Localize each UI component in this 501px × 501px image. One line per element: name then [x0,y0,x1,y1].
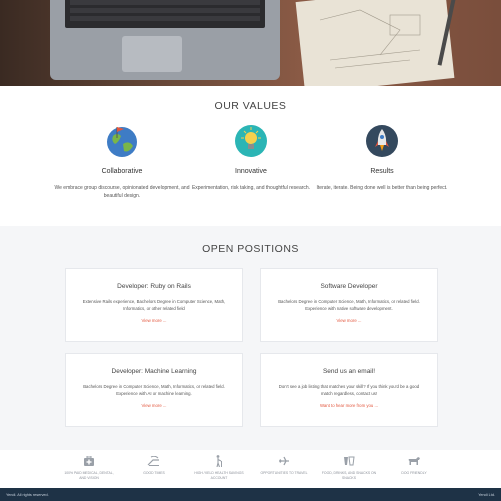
position-card-ml: Developer: Machine Learning Bachelors De… [65,353,243,427]
value-innovative: Innovative Experimentation, risk taking,… [181,124,321,192]
position-title: Developer: Ruby on Rails [117,283,191,290]
position-title: Software Developer [320,283,378,290]
footer-company: Yendi Ltd. [478,492,495,497]
value-description: Iterate, iterate. Being done well is bet… [316,185,448,191]
benefit-good-times: GOOD TIMES [126,455,182,476]
benefit-dog: DOG FRIENDLY [386,455,442,476]
notebook [295,0,455,86]
medical-bag-icon [61,455,117,467]
position-description: Don't see a job listing that matches you… [278,384,420,396]
benefit-label: DOG FRIENDLY [401,471,427,475]
lightbulb-icon [234,124,268,158]
beach-chair-icon [126,455,182,467]
globe-flag-icon [105,124,139,158]
position-description: Bachelors Degree in Computer Science, Ma… [83,384,225,396]
positions-title: OPEN POSITIONS [202,243,299,255]
position-card-rails: Developer: Ruby on Rails Extensive Rails… [65,268,243,342]
food-drinks-icon [321,455,377,467]
benefit-travel: OPPORTUNITIES TO TRAVEL [256,455,312,476]
footer: Yendi. All rights reserved. Yendi Ltd. [0,488,501,501]
value-title: Innovative [235,168,267,175]
footer-copyright: Yendi. All rights reserved. [6,492,49,497]
value-description: We embrace group discourse, opinionated … [54,185,190,199]
position-description: Bachelors Degree in Computer Science, Ma… [278,299,420,311]
view-more-link[interactable]: View more ... [66,403,242,408]
benefit-medical: 100% PAID MEDICAL, DENTAL, AND VISION [61,455,117,481]
benefit-label: GOOD TIMES [143,471,165,475]
person-cane-icon [191,455,247,467]
contact-link[interactable]: Want to hear more from you ... [261,403,437,408]
airplane-icon [256,455,312,467]
values-title: OUR VALUES [214,100,287,112]
laptop-notebook-illustration [50,0,457,86]
keyboard-keys [70,0,260,21]
benefit-label: FOOD, DRINKS, AND SNACKS ON SNACKS [321,471,377,480]
value-results: Results Iterate, iterate. Being done wel… [312,124,452,192]
position-card-email: Send us an email! Don't see a job listin… [260,353,438,427]
value-title: Collaborative [101,168,143,175]
dog-icon [386,455,442,467]
value-description: Experimentation, risk taking, and though… [191,185,311,191]
view-more-link[interactable]: View more ... [261,318,437,323]
position-title: Send us an email! [322,368,376,375]
position-description: Extensive Rails experience, Bachelors De… [82,299,226,311]
hero-image [0,0,501,86]
position-title: Developer: Machine Learning [111,368,197,375]
value-title: Results [370,168,394,175]
value-collaborative: Collaborative We embrace group discourse… [52,124,192,200]
position-card-software: Software Developer Bachelors Degree in C… [260,268,438,342]
benefit-hsa: HIGH-YIELD HEALTH SAVINGS ACCOUNT [191,455,247,481]
laptop-trackpad [122,36,182,72]
benefit-label: 100% PAID MEDICAL, DENTAL, AND VISION [64,471,114,480]
benefit-label: OPPORTUNITIES TO TRAVEL [260,471,308,475]
view-more-link[interactable]: View more ... [66,318,242,323]
rocket-icon [365,124,399,158]
benefit-label: HIGH-YIELD HEALTH SAVINGS ACCOUNT [194,471,244,480]
benefit-food: FOOD, DRINKS, AND SNACKS ON SNACKS [321,455,377,481]
